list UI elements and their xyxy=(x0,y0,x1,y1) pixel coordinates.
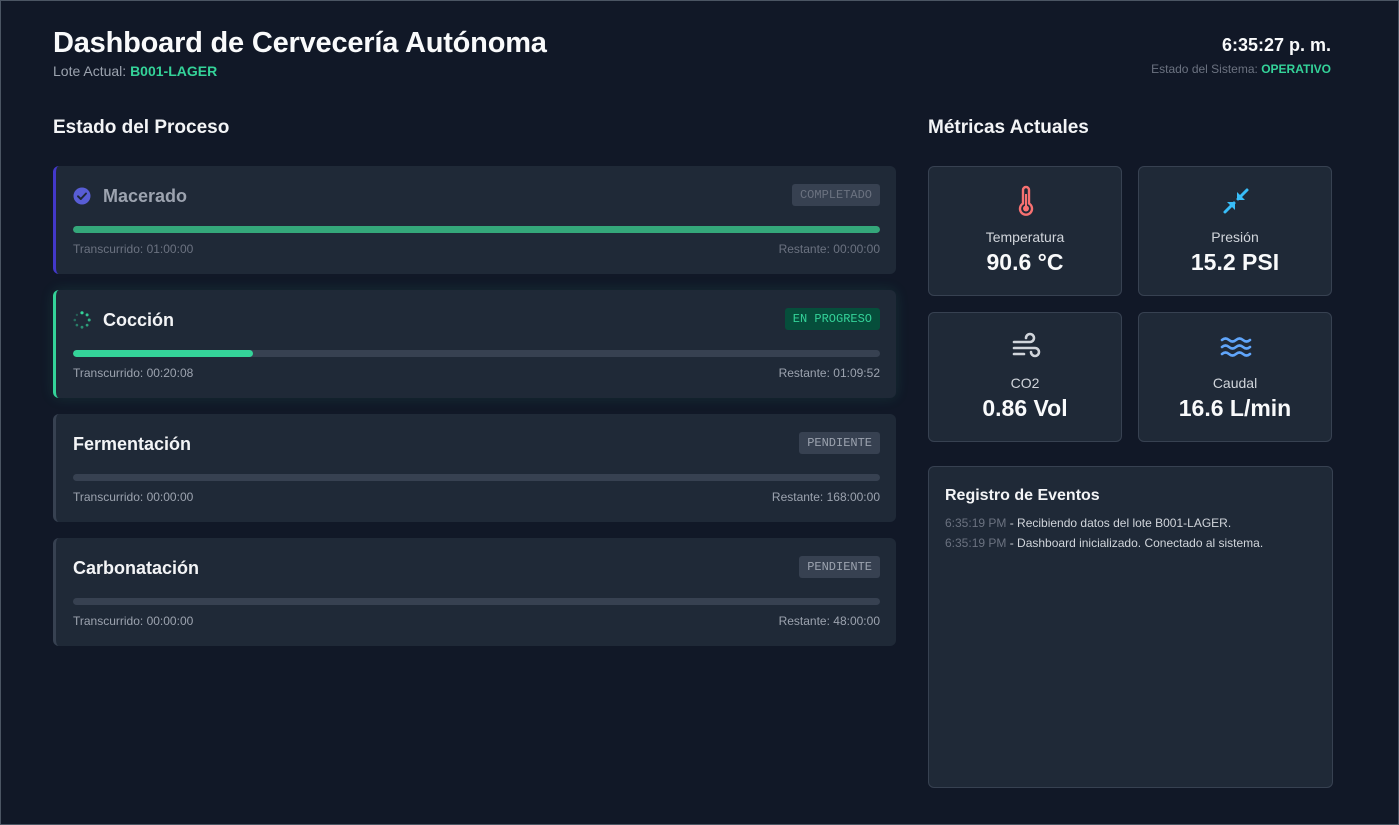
metric-value: 16.6 L/min xyxy=(1178,395,1292,421)
metric-card-pressure: Presión 15.2 PSI xyxy=(1138,166,1332,296)
metric-label: Presión xyxy=(1211,229,1259,245)
metric-label: Temperatura xyxy=(985,229,1065,245)
spinner-icon xyxy=(73,311,91,329)
metric-card-temperature: Temperatura 90.6 °C xyxy=(928,166,1122,296)
stage-card-carbonatacion: Carbonatación PENDIENTE Transcurrido: 00… xyxy=(53,538,896,646)
clock: 6:35:27 p. m. xyxy=(1221,35,1331,55)
metric-value: 90.6 °C xyxy=(986,249,1064,275)
wind-icon xyxy=(1012,332,1041,358)
stage-header: Cocción EN PROGRESO xyxy=(73,308,880,332)
header-right: 6:35:27 p. m. Estado del Sistema: OPERAT… xyxy=(1151,35,1331,76)
metric-label: CO2 xyxy=(1010,375,1040,391)
log-time: 6:35:19 PM xyxy=(945,536,1007,550)
system-status: OPERATIVO xyxy=(1261,62,1331,76)
progress-track xyxy=(73,474,880,481)
app-frame: Dashboard de Cervecería Autónoma Lote Ac… xyxy=(0,0,1399,825)
header-left: Dashboard de Cervecería Autónoma Lote Ac… xyxy=(53,27,547,79)
stage-card-macerado: Macerado COMPLETADO Transcurrido: 01:00:… xyxy=(53,166,896,274)
elapsed-time: Transcurrido: 01:00:00 xyxy=(73,242,194,256)
water-waves-icon xyxy=(1220,337,1252,357)
stage-name: Carbonatación xyxy=(73,558,200,578)
elapsed-time: Transcurrido: 00:20:08 xyxy=(73,366,194,380)
status-badge: COMPLETADO xyxy=(791,184,880,206)
remaining-time: Restante: 01:09:52 xyxy=(778,366,880,380)
log-entry: 6:35:19 PM - Dashboard inicializado. Con… xyxy=(945,536,1320,556)
remaining-time: Restante: 48:00:00 xyxy=(778,614,880,628)
status-badge: PENDIENTE xyxy=(799,556,880,578)
lot-id: B001-LAGER xyxy=(130,63,218,79)
log-message: - Dashboard inicializado. Conectado al s… xyxy=(1006,536,1264,550)
metric-label: Caudal xyxy=(1212,375,1258,391)
stage-header: Fermentación PENDIENTE xyxy=(73,432,880,456)
stage-name: Fermentación xyxy=(73,434,192,454)
lot-label: Lote Actual: xyxy=(53,63,127,79)
process-section-title: Estado del Proceso xyxy=(53,117,230,138)
metric-card-co2: CO2 0.86 Vol xyxy=(928,312,1122,442)
progress-track xyxy=(73,350,880,357)
compress-arrows-icon xyxy=(1223,188,1249,214)
stage-card-coccion: Cocción EN PROGRESO Transcurrido: 00:20:… xyxy=(53,290,896,398)
elapsed-time: Transcurrido: 00:00:00 xyxy=(73,490,194,504)
thermometer-icon xyxy=(1018,185,1034,216)
elapsed-time: Transcurrido: 00:00:00 xyxy=(73,614,194,628)
status-badge: EN PROGRESO xyxy=(784,308,880,330)
log-entry: 6:35:19 PM - Recibiendo datos del lote B… xyxy=(945,516,1320,536)
progress-track xyxy=(73,226,880,233)
progress-track xyxy=(73,598,880,605)
progress-fill xyxy=(73,350,253,357)
metrics-section-title: Métricas Actuales xyxy=(928,117,1089,138)
stage-header: Macerado COMPLETADO xyxy=(73,184,880,208)
remaining-time: Restante: 168:00:00 xyxy=(771,490,880,504)
event-log-list: 6:35:19 PM - Recibiendo datos del lote B… xyxy=(945,516,1320,556)
log-message: - Recibiendo datos del lote B001-LAGER. xyxy=(1006,516,1232,530)
metric-value: 0.86 Vol xyxy=(982,395,1068,421)
metric-card-flow: Caudal 16.6 L/min xyxy=(1138,312,1332,442)
progress-fill xyxy=(73,226,880,233)
stage-header: Carbonatación PENDIENTE xyxy=(73,556,880,580)
remaining-time: Restante: 00:00:00 xyxy=(778,242,880,256)
system-label: Estado del Sistema: xyxy=(1151,62,1258,76)
log-time: 6:35:19 PM xyxy=(945,516,1007,530)
page-title: Dashboard de Cervecería Autónoma xyxy=(53,27,547,59)
check-circle-icon xyxy=(73,187,91,205)
status-badge: PENDIENTE xyxy=(799,432,880,454)
system-state: Estado del Sistema: OPERATIVO xyxy=(1151,62,1331,76)
stage-name: Macerado xyxy=(103,186,188,206)
stage-name: Cocción xyxy=(103,310,175,330)
event-log-title: Registro de Eventos xyxy=(945,487,1100,504)
current-lot: Lote Actual: B001-LAGER xyxy=(53,63,547,79)
stage-card-fermentacion: Fermentación PENDIENTE Transcurrido: 00:… xyxy=(53,414,896,522)
event-log-panel[interactable]: Registro de Eventos 6:35:19 PM - Recibie… xyxy=(928,466,1333,788)
metric-value: 15.2 PSI xyxy=(1190,249,1280,275)
